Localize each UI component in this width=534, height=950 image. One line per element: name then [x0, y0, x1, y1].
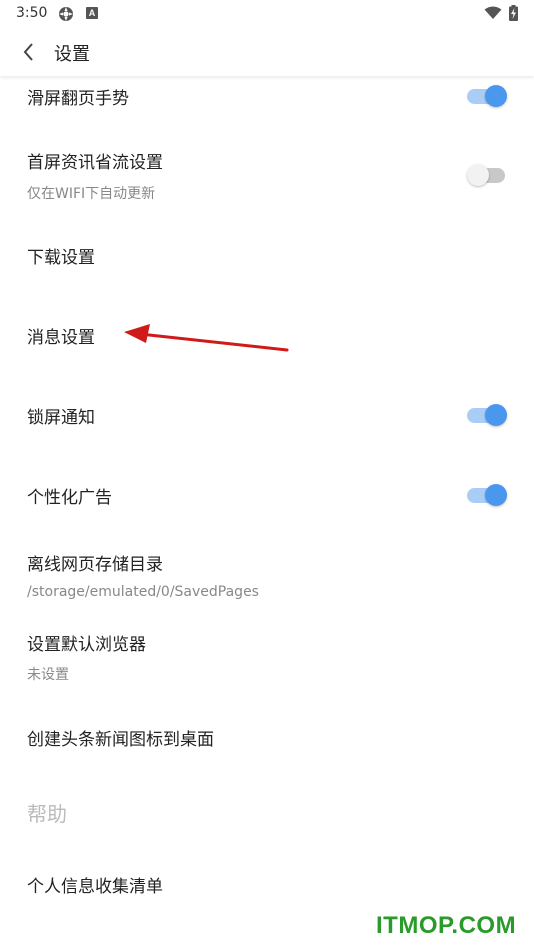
setting-subtitle: 仅在WIFI下自动更新: [27, 186, 156, 202]
toggle-thumb: [485, 404, 507, 426]
setting-title: 离线网页存储目录: [27, 555, 163, 575]
setting-subtitle: 未设置: [27, 667, 69, 683]
personalized-ads-toggle[interactable]: [467, 483, 507, 507]
setting-title: 滑屏翻页手势: [27, 89, 129, 109]
setting-personalized-ads[interactable]: 个性化广告: [0, 466, 534, 526]
setting-data-saver[interactable]: 首屏资讯省流设置 仅在WIFI下自动更新: [0, 136, 534, 206]
setting-title: 消息设置: [27, 328, 95, 348]
setting-default-browser[interactable]: 设置默认浏览器 未设置: [0, 618, 534, 688]
lock-screen-toggle[interactable]: [467, 403, 507, 427]
setting-personal-info[interactable]: 个人信息收集清单: [0, 856, 534, 906]
setting-title: 个人信息收集清单: [27, 877, 163, 897]
setting-download[interactable]: 下载设置: [0, 226, 534, 286]
setting-message[interactable]: 消息设置: [0, 306, 534, 366]
settings-gear-icon: [59, 7, 73, 21]
swipe-gesture-toggle[interactable]: [467, 84, 507, 108]
setting-title: 创建头条新闻图标到桌面: [27, 730, 214, 750]
page-title: 设置: [54, 44, 90, 65]
chevron-left-icon[interactable]: [18, 38, 44, 66]
app-bar: 设置: [0, 28, 534, 76]
setting-swipe-gesture[interactable]: 滑屏翻页手势: [0, 76, 534, 116]
data-saver-toggle[interactable]: [467, 163, 507, 187]
app-a-icon: A: [86, 7, 98, 19]
setting-subtitle: /storage/emulated/0/SavedPages: [27, 584, 259, 600]
setting-title: 首屏资讯省流设置: [27, 153, 163, 173]
setting-title: 个性化广告: [27, 488, 112, 508]
status-bar: 3:50 A: [0, 0, 534, 28]
toggle-thumb: [485, 484, 507, 506]
battery-charging-icon: [509, 5, 518, 21]
setting-desktop-shortcut[interactable]: 创建头条新闻图标到桌面: [0, 704, 534, 764]
toggle-thumb: [467, 164, 489, 186]
wifi-icon: [484, 6, 502, 19]
setting-offline-dir[interactable]: 离线网页存储目录 /storage/emulated/0/SavedPages: [0, 538, 534, 608]
setting-lock-screen[interactable]: 锁屏通知: [0, 386, 534, 446]
section-header: 帮助: [27, 802, 67, 826]
watermark: ITMOP.COM: [376, 912, 517, 939]
setting-title: 下载设置: [27, 248, 95, 268]
setting-title: 锁屏通知: [27, 408, 95, 428]
toggle-thumb: [485, 85, 507, 107]
status-time: 3:50: [16, 5, 48, 21]
setting-title: 设置默认浏览器: [27, 635, 146, 655]
section-help: 帮助: [0, 788, 534, 838]
